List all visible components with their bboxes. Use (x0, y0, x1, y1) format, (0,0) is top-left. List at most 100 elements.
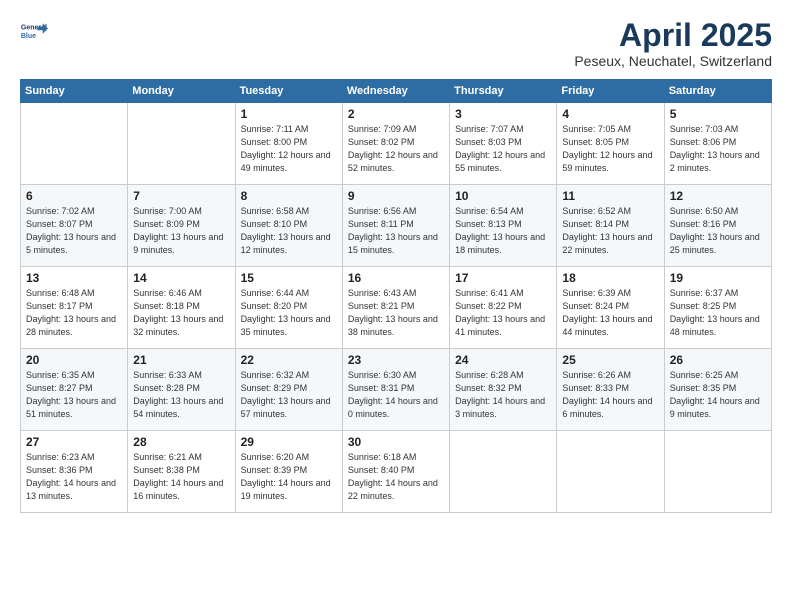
calendar-subtitle: Peseux, Neuchatel, Switzerland (574, 53, 772, 69)
table-row: 3 Sunrise: 7:07 AM Sunset: 8:03 PM Daylig… (450, 103, 557, 185)
day-number: 30 (348, 435, 444, 449)
table-row: 21Sunrise: 6:33 AM Sunset: 8:28 PM Dayli… (128, 349, 235, 431)
col-tuesday: Tuesday (235, 80, 342, 103)
day-number: 25 (562, 353, 658, 367)
day-number: 23 (348, 353, 444, 367)
col-sunday: Sunday (21, 80, 128, 103)
table-row: 27 Sunrise: 6:23 AM Sunset: 8:36 PM Dayli… (21, 431, 128, 513)
day-detail: Sunrise: 6:58 AM Sunset: 8:10 PM Dayligh… (241, 205, 337, 257)
day-detail: Sunrise: 7:11 AM Sunset: 8:00 PM Dayligh… (241, 123, 337, 175)
table-row: 11Sunrise: 6:52 AM Sunset: 8:14 PM Dayli… (557, 185, 664, 267)
day-detail: Sunrise: 6:44 AM Sunset: 8:20 PM Dayligh… (241, 287, 337, 339)
day-detail: Sunrise: 6:43 AM Sunset: 8:21 PM Dayligh… (348, 287, 444, 339)
day-number: 3 (455, 107, 551, 121)
calendar-week-2: 6 Sunrise: 7:02 AM Sunset: 8:07 PM Daylig… (21, 185, 772, 267)
day-detail: Sunrise: 6:28 AM Sunset: 8:32 PM Dayligh… (455, 369, 551, 421)
day-detail: Sunrise: 6:56 AM Sunset: 8:11 PM Dayligh… (348, 205, 444, 257)
table-row: 5Sunrise: 7:03 AM Sunset: 8:06 PM Daylig… (664, 103, 771, 185)
table-row: 19 Sunrise: 6:37 AM Sunset: 8:25 PM Dayli… (664, 267, 771, 349)
day-detail: Sunrise: 6:48 AM Sunset: 8:17 PM Dayligh… (26, 287, 122, 339)
day-number: 15 (241, 271, 337, 285)
table-row: 8 Sunrise: 6:58 AM Sunset: 8:10 PM Daylig… (235, 185, 342, 267)
day-detail: Sunrise: 7:00 AM Sunset: 8:09 PM Dayligh… (133, 205, 229, 257)
logo: General Blue (20, 18, 48, 46)
table-row: 9Sunrise: 6:56 AM Sunset: 8:11 PM Daylig… (342, 185, 449, 267)
day-detail: Sunrise: 7:09 AM Sunset: 8:02 PM Dayligh… (348, 123, 444, 175)
day-number: 6 (26, 189, 122, 203)
table-row: 17 Sunrise: 6:41 AM Sunset: 8:22 PM Dayli… (450, 267, 557, 349)
day-number: 26 (670, 353, 766, 367)
day-number: 12 (670, 189, 766, 203)
page: General Blue April 2025 Peseux, Neuchate… (0, 0, 792, 612)
day-detail: Sunrise: 7:05 AM Sunset: 8:05 PM Dayligh… (562, 123, 658, 175)
table-row: 24Sunrise: 6:28 AM Sunset: 8:32 PM Dayli… (450, 349, 557, 431)
col-wednesday: Wednesday (342, 80, 449, 103)
day-detail: Sunrise: 6:21 AM Sunset: 8:38 PM Dayligh… (133, 451, 229, 503)
day-number: 22 (241, 353, 337, 367)
day-detail: Sunrise: 6:39 AM Sunset: 8:24 PM Dayligh… (562, 287, 658, 339)
col-monday: Monday (128, 80, 235, 103)
table-row: 29 Sunrise: 6:20 AM Sunset: 8:39 PM Dayli… (235, 431, 342, 513)
table-row: 1 Sunrise: 7:11 AM Sunset: 8:00 PM Daylig… (235, 103, 342, 185)
col-thursday: Thursday (450, 80, 557, 103)
day-number: 10 (455, 189, 551, 203)
day-number: 2 (348, 107, 444, 121)
day-number: 13 (26, 271, 122, 285)
table-row: 23Sunrise: 6:30 AM Sunset: 8:31 PM Dayli… (342, 349, 449, 431)
table-row: 20 Sunrise: 6:35 AM Sunset: 8:27 PM Dayli… (21, 349, 128, 431)
table-row: 7 Sunrise: 7:00 AM Sunset: 8:09 PM Daylig… (128, 185, 235, 267)
day-number: 28 (133, 435, 229, 449)
table-row: 14 Sunrise: 6:46 AM Sunset: 8:18 PM Dayli… (128, 267, 235, 349)
table-row (557, 431, 664, 513)
table-row: 28 Sunrise: 6:21 AM Sunset: 8:38 PM Dayli… (128, 431, 235, 513)
day-detail: Sunrise: 6:18 AM Sunset: 8:40 PM Dayligh… (348, 451, 444, 503)
day-detail: Sunrise: 7:07 AM Sunset: 8:03 PM Dayligh… (455, 123, 551, 175)
table-row: 12 Sunrise: 6:50 AM Sunset: 8:16 PM Dayli… (664, 185, 771, 267)
day-number: 16 (348, 271, 444, 285)
calendar-week-1: 1 Sunrise: 7:11 AM Sunset: 8:00 PM Daylig… (21, 103, 772, 185)
day-detail: Sunrise: 6:37 AM Sunset: 8:25 PM Dayligh… (670, 287, 766, 339)
table-row: 26 Sunrise: 6:25 AM Sunset: 8:35 PM Dayli… (664, 349, 771, 431)
day-number: 7 (133, 189, 229, 203)
day-detail: Sunrise: 6:41 AM Sunset: 8:22 PM Dayligh… (455, 287, 551, 339)
logo-icon: General Blue (20, 18, 48, 46)
day-detail: Sunrise: 6:26 AM Sunset: 8:33 PM Dayligh… (562, 369, 658, 421)
table-row: 6 Sunrise: 7:02 AM Sunset: 8:07 PM Daylig… (21, 185, 128, 267)
calendar-header-row: Sunday Monday Tuesday Wednesday Thursday… (21, 80, 772, 103)
day-number: 1 (241, 107, 337, 121)
title-block: April 2025 Peseux, Neuchatel, Switzerlan… (574, 18, 772, 69)
table-row: 15 Sunrise: 6:44 AM Sunset: 8:20 PM Dayli… (235, 267, 342, 349)
day-number: 27 (26, 435, 122, 449)
table-row (21, 103, 128, 185)
table-row: 13 Sunrise: 6:48 AM Sunset: 8:17 PM Dayli… (21, 267, 128, 349)
day-detail: Sunrise: 6:46 AM Sunset: 8:18 PM Dayligh… (133, 287, 229, 339)
day-detail: Sunrise: 6:50 AM Sunset: 8:16 PM Dayligh… (670, 205, 766, 257)
day-detail: Sunrise: 6:35 AM Sunset: 8:27 PM Dayligh… (26, 369, 122, 421)
day-number: 17 (455, 271, 551, 285)
day-number: 20 (26, 353, 122, 367)
day-number: 5 (670, 107, 766, 121)
day-detail: Sunrise: 6:20 AM Sunset: 8:39 PM Dayligh… (241, 451, 337, 503)
table-row (450, 431, 557, 513)
day-number: 14 (133, 271, 229, 285)
table-row: 4 Sunrise: 7:05 AM Sunset: 8:05 PM Daylig… (557, 103, 664, 185)
day-number: 8 (241, 189, 337, 203)
table-row: 10Sunrise: 6:54 AM Sunset: 8:13 PM Dayli… (450, 185, 557, 267)
table-row: 16 Sunrise: 6:43 AM Sunset: 8:21 PM Dayli… (342, 267, 449, 349)
svg-text:Blue: Blue (21, 33, 36, 40)
day-number: 18 (562, 271, 658, 285)
day-detail: Sunrise: 6:32 AM Sunset: 8:29 PM Dayligh… (241, 369, 337, 421)
table-row (128, 103, 235, 185)
calendar-week-4: 20 Sunrise: 6:35 AM Sunset: 8:27 PM Dayli… (21, 349, 772, 431)
day-number: 11 (562, 189, 658, 203)
day-detail: Sunrise: 6:25 AM Sunset: 8:35 PM Dayligh… (670, 369, 766, 421)
day-number: 4 (562, 107, 658, 121)
calendar-table: Sunday Monday Tuesday Wednesday Thursday… (20, 79, 772, 513)
col-friday: Friday (557, 80, 664, 103)
day-detail: Sunrise: 7:02 AM Sunset: 8:07 PM Dayligh… (26, 205, 122, 257)
day-number: 19 (670, 271, 766, 285)
day-number: 21 (133, 353, 229, 367)
calendar-week-5: 27 Sunrise: 6:23 AM Sunset: 8:36 PM Dayli… (21, 431, 772, 513)
day-number: 29 (241, 435, 337, 449)
day-detail: Sunrise: 6:23 AM Sunset: 8:36 PM Dayligh… (26, 451, 122, 503)
